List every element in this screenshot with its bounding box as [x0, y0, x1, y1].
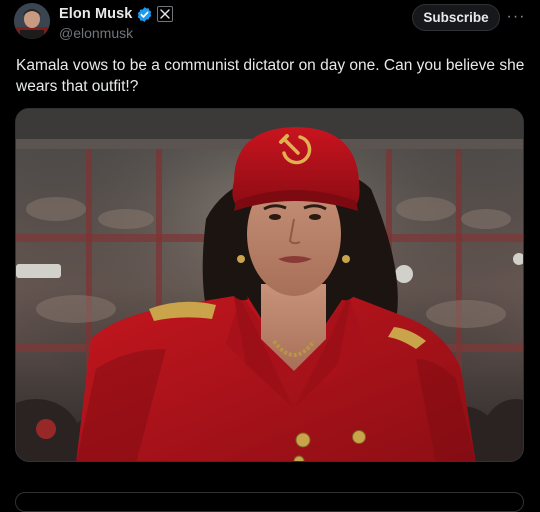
subscribe-button[interactable]: Subscribe: [412, 4, 500, 31]
author-display-name[interactable]: Elon Musk: [59, 6, 132, 22]
post-text: Kamala vows to be a communist dictator o…: [16, 57, 525, 95]
author-info: Elon Musk @elonmusk: [59, 4, 174, 41]
post-card: Elon Musk @elonmusk Subscribe ··· Kamala…: [0, 0, 540, 512]
next-post-card-edge: [15, 492, 524, 512]
x-logo-icon[interactable]: [157, 6, 174, 22]
verified-badge-icon[interactable]: [136, 6, 153, 23]
author-handle[interactable]: @elonmusk: [59, 25, 173, 41]
more-options-icon[interactable]: ···: [504, 6, 528, 28]
post-image[interactable]: [15, 108, 524, 462]
avatar[interactable]: [14, 3, 50, 39]
